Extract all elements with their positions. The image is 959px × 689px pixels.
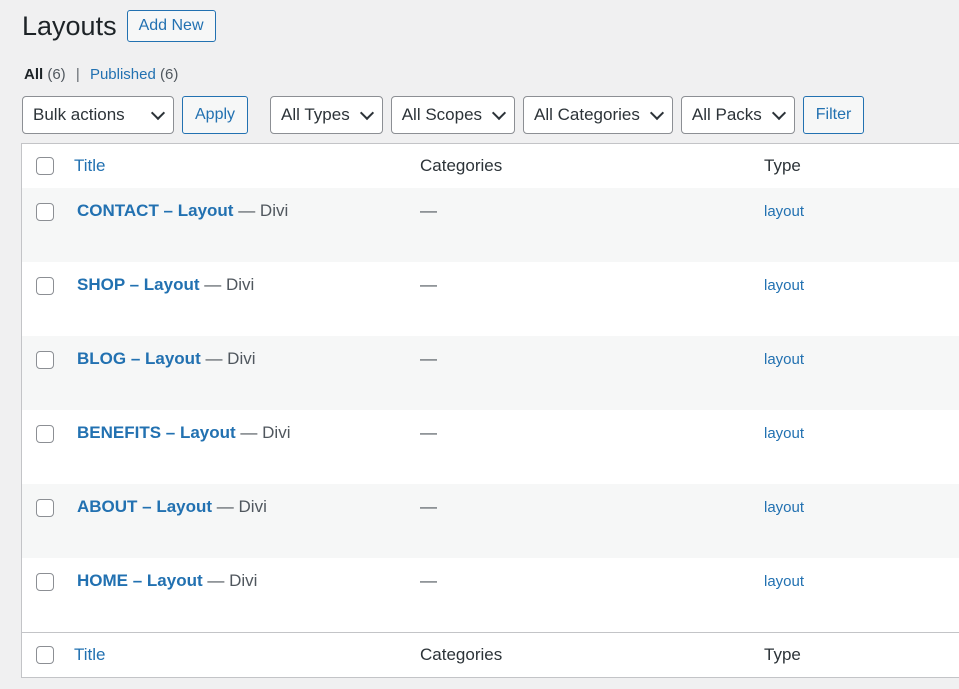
scopes-value: All Scopes [401,105,483,124]
column-type-footer: Type [764,645,801,664]
row-post-state: — Divi [202,571,258,590]
row-checkbox[interactable] [36,277,54,295]
row-checkbox[interactable] [36,351,54,369]
packs-value: All Packs [691,105,762,124]
packs-select[interactable]: All Packs [680,96,795,134]
bulk-actions-select[interactable]: Bulk actions [22,96,174,134]
row-title: SHOP – Layout — Divi [77,275,254,295]
view-all-count: (6) [47,66,66,83]
view-separator: | [75,66,80,83]
row-title: BLOG – Layout — Divi [77,349,256,369]
row-title-link[interactable]: ABOUT – Layout [77,497,212,516]
row-type-link[interactable]: layout [764,203,804,220]
apply-button[interactable]: Apply [182,96,249,134]
table-row: SHOP – Layout — Divi — layout [22,262,959,336]
row-title-link[interactable]: CONTACT – Layout [77,201,233,220]
row-category: — [420,201,437,220]
chevron-down-icon [649,105,664,120]
row-type-link[interactable]: layout [764,573,804,590]
row-category: — [420,349,437,368]
row-title-link[interactable]: HOME – Layout [77,571,203,590]
table-row: HOME – Layout — Divi — layout [22,558,959,632]
layouts-table: Title Categories Type CONTACT – Layout —… [21,143,959,678]
categories-select[interactable]: All Categories [523,96,673,134]
row-checkbox[interactable] [36,425,54,443]
column-title-footer[interactable]: Title [74,645,106,665]
row-post-state: — Divi [233,201,289,220]
chevron-down-icon [771,105,786,120]
table-footer: Title Categories Type [22,632,959,677]
chevron-down-icon [491,105,507,120]
select-all-checkbox[interactable] [36,157,54,175]
select-all-checkbox-footer[interactable] [36,646,54,664]
column-type-header: Type [764,156,801,175]
view-published-count: (6) [160,66,179,83]
view-all-link[interactable]: All [24,66,43,83]
chevron-down-icon [150,105,166,120]
types-value: All Types [281,105,350,124]
row-post-state: — Divi [235,423,291,442]
row-checkbox[interactable] [36,573,54,591]
bulk-actions-value: Bulk actions [33,105,125,124]
row-type-link[interactable]: layout [764,277,804,294]
column-title-header[interactable]: Title [74,156,106,176]
table-row: BENEFITS – Layout — Divi — layout [22,410,959,484]
chevron-down-icon [359,105,374,120]
table-row: BLOG – Layout — Divi — layout [22,336,959,410]
types-select[interactable]: All Types [270,96,383,134]
filter-button[interactable]: Filter [802,96,865,134]
scopes-select[interactable]: All Scopes [390,96,516,134]
row-title: BENEFITS – Layout — Divi [77,423,290,443]
row-post-state: — Divi [212,497,267,516]
row-category: — [420,571,437,590]
table-row: CONTACT – Layout — Divi — layout [22,188,959,262]
column-categories-footer: Categories [420,645,503,664]
row-category: — [420,423,437,442]
row-title-link[interactable]: SHOP – Layout [77,275,200,294]
column-categories-header: Categories [420,156,503,175]
categories-value: All Categories [534,105,640,124]
row-title: CONTACT – Layout — Divi [77,201,288,221]
table-body: CONTACT – Layout — Divi — layout SHOP – … [22,188,959,632]
row-type-link[interactable]: layout [764,351,804,368]
table-header: Title Categories Type [22,144,959,189]
row-checkbox[interactable] [36,499,54,517]
row-title-link[interactable]: BLOG – Layout [77,349,201,368]
row-title: HOME – Layout — Divi [77,571,257,591]
table-row: ABOUT – Layout — Divi — layout [22,484,959,558]
view-published-link[interactable]: Published [90,66,156,83]
add-new-button[interactable]: Add New [126,10,216,42]
view-filters: All (6) | Published (6) [24,66,178,83]
row-post-state: — Divi [199,275,255,294]
row-type-link[interactable]: layout [764,499,804,516]
row-category: — [420,275,437,294]
page-header: Layouts Add New [22,8,216,44]
row-type-link[interactable]: layout [764,425,804,442]
row-category: — [420,497,437,516]
row-title: ABOUT – Layout — Divi [77,497,267,517]
row-title-link[interactable]: BENEFITS – Layout [77,423,236,442]
table-nav: Bulk actions Apply All Types All Scopes … [22,96,872,134]
layouts-page: Layouts Add New All (6) | Published (6) … [0,0,959,689]
row-checkbox[interactable] [36,203,54,221]
page-title: Layouts [22,11,117,41]
row-post-state: — Divi [200,349,256,368]
